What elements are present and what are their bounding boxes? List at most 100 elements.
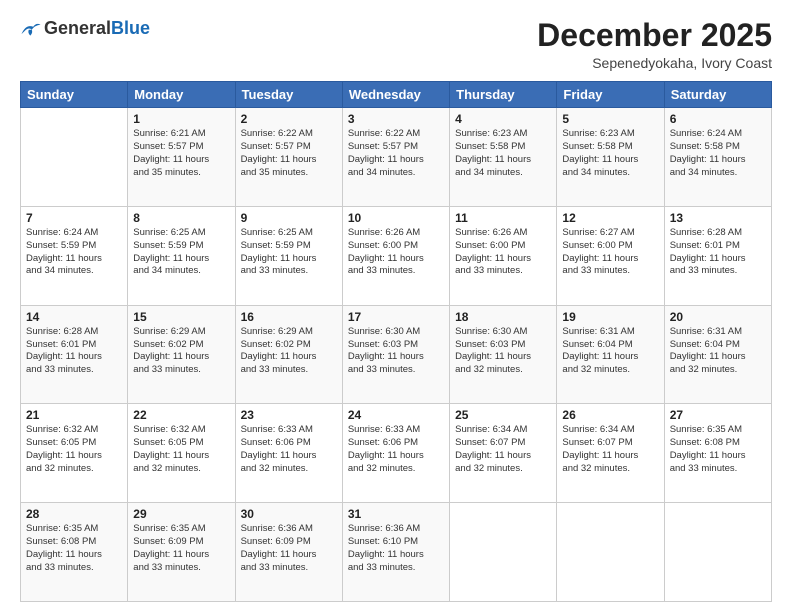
day-number: 21: [26, 408, 122, 422]
calendar-cell: 29 Sunrise: 6:35 AM Sunset: 6:09 PM Dayli…: [128, 503, 235, 602]
page: General Blue December 2025 Sepenedyokaha…: [0, 0, 792, 612]
day-content: Sunrise: 6:29 AM Sunset: 6:02 PM Dayligh…: [133, 326, 229, 377]
day-content: Sunrise: 6:26 AM Sunset: 6:00 PM Dayligh…: [348, 227, 444, 278]
logo-general: General: [44, 18, 111, 39]
day-content: Sunrise: 6:27 AM Sunset: 6:00 PM Dayligh…: [562, 227, 658, 278]
day-number: 16: [241, 310, 337, 324]
calendar-cell: 3Sunrise: 6:22 AM Sunset: 5:57 PM Daylig…: [342, 108, 449, 207]
day-number: 3: [348, 112, 444, 126]
title-block: December 2025 Sepenedyokaha, Ivory Coast: [537, 18, 772, 71]
day-number: 6: [670, 112, 766, 126]
calendar-cell: 26 Sunrise: 6:34 AM Sunset: 6:07 PM Dayli…: [557, 404, 664, 503]
calendar-week-5: 28Sunrise: 6:35 AM Sunset: 6:08 PM Dayli…: [21, 503, 772, 602]
calendar-cell: 10Sunrise: 6:26 AM Sunset: 6:00 PM Dayli…: [342, 206, 449, 305]
day-number: 15: [133, 310, 229, 324]
calendar-cell: 6Sunrise: 6:24 AM Sunset: 5:58 PM Daylig…: [664, 108, 771, 207]
calendar-cell: 17 Sunrise: 6:30 AM Sunset: 6:03 PM Dayli…: [342, 305, 449, 404]
calendar-cell: 18Sunrise: 6:30 AM Sunset: 6:03 PM Dayli…: [450, 305, 557, 404]
day-content: Sunrise: 6:31 AM Sunset: 6:04 PM Dayligh…: [562, 326, 658, 377]
day-number: 20: [670, 310, 766, 324]
day-content: Sunrise: 6:28 AM Sunset: 6:01 PM Dayligh…: [670, 227, 766, 278]
day-number: 29: [133, 507, 229, 521]
day-content: Sunrise: 6:36 AM Sunset: 6:09 PM Dayligh…: [241, 523, 337, 574]
calendar-header-sunday: Sunday: [21, 82, 128, 108]
calendar-cell: 23Sunrise: 6:33 AM Sunset: 6:06 PM Dayli…: [235, 404, 342, 503]
calendar-cell: 27 Sunrise: 6:35 AM Sunset: 6:08 PM Dayli…: [664, 404, 771, 503]
calendar-cell: [664, 503, 771, 602]
day-content: Sunrise: 6:34 AM Sunset: 6:07 PM Dayligh…: [455, 424, 551, 475]
calendar-cell: 4 Sunrise: 6:23 AM Sunset: 5:58 PM Daylig…: [450, 108, 557, 207]
day-number: 31: [348, 507, 444, 521]
day-number: 8: [133, 211, 229, 225]
calendar-header-wednesday: Wednesday: [342, 82, 449, 108]
month-title: December 2025: [537, 18, 772, 53]
day-number: 25: [455, 408, 551, 422]
day-content: Sunrise: 6:35 AM Sunset: 6:09 PM Dayligh…: [133, 523, 229, 574]
calendar-cell: 22Sunrise: 6:32 AM Sunset: 6:05 PM Dayli…: [128, 404, 235, 503]
day-content: Sunrise: 6:30 AM Sunset: 6:03 PM Dayligh…: [348, 326, 444, 377]
calendar-cell: [21, 108, 128, 207]
day-number: 27: [670, 408, 766, 422]
calendar-header-friday: Friday: [557, 82, 664, 108]
calendar-cell: 11 Sunrise: 6:26 AM Sunset: 6:00 PM Dayli…: [450, 206, 557, 305]
header: General Blue December 2025 Sepenedyokaha…: [20, 18, 772, 71]
day-number: 18: [455, 310, 551, 324]
logo-bird-icon: [20, 20, 42, 38]
calendar-cell: 12Sunrise: 6:27 AM Sunset: 6:00 PM Dayli…: [557, 206, 664, 305]
day-content: Sunrise: 6:26 AM Sunset: 6:00 PM Dayligh…: [455, 227, 551, 278]
calendar-cell: 7 Sunrise: 6:24 AM Sunset: 5:59 PM Daylig…: [21, 206, 128, 305]
calendar-cell: 28Sunrise: 6:35 AM Sunset: 6:08 PM Dayli…: [21, 503, 128, 602]
day-number: 1: [133, 112, 229, 126]
day-number: 4: [455, 112, 551, 126]
day-content: Sunrise: 6:34 AM Sunset: 6:07 PM Dayligh…: [562, 424, 658, 475]
day-content: Sunrise: 6:31 AM Sunset: 6:04 PM Dayligh…: [670, 326, 766, 377]
calendar-header-monday: Monday: [128, 82, 235, 108]
day-content: Sunrise: 6:23 AM Sunset: 5:58 PM Dayligh…: [455, 128, 551, 179]
day-number: 7: [26, 211, 122, 225]
calendar-cell: 15 Sunrise: 6:29 AM Sunset: 6:02 PM Dayli…: [128, 305, 235, 404]
calendar-header-row: SundayMondayTuesdayWednesdayThursdayFrid…: [21, 82, 772, 108]
calendar-cell: 31 Sunrise: 6:36 AM Sunset: 6:10 PM Dayli…: [342, 503, 449, 602]
day-number: 19: [562, 310, 658, 324]
day-content: Sunrise: 6:35 AM Sunset: 6:08 PM Dayligh…: [670, 424, 766, 475]
day-content: Sunrise: 6:32 AM Sunset: 6:05 PM Dayligh…: [26, 424, 122, 475]
calendar-cell: 19 Sunrise: 6:31 AM Sunset: 6:04 PM Dayli…: [557, 305, 664, 404]
calendar-week-4: 21 Sunrise: 6:32 AM Sunset: 6:05 PM Dayli…: [21, 404, 772, 503]
calendar-cell: [557, 503, 664, 602]
logo: General Blue: [20, 18, 150, 39]
calendar-header-thursday: Thursday: [450, 82, 557, 108]
day-number: 9: [241, 211, 337, 225]
day-content: Sunrise: 6:24 AM Sunset: 5:59 PM Dayligh…: [26, 227, 122, 278]
day-content: Sunrise: 6:32 AM Sunset: 6:05 PM Dayligh…: [133, 424, 229, 475]
day-content: Sunrise: 6:28 AM Sunset: 6:01 PM Dayligh…: [26, 326, 122, 377]
calendar-week-1: 1 Sunrise: 6:21 AM Sunset: 5:57 PM Daylig…: [21, 108, 772, 207]
day-content: Sunrise: 6:33 AM Sunset: 6:06 PM Dayligh…: [241, 424, 337, 475]
calendar-cell: 16 Sunrise: 6:29 AM Sunset: 6:02 PM Dayli…: [235, 305, 342, 404]
day-number: 26: [562, 408, 658, 422]
day-content: Sunrise: 6:29 AM Sunset: 6:02 PM Dayligh…: [241, 326, 337, 377]
day-number: 17: [348, 310, 444, 324]
day-number: 2: [241, 112, 337, 126]
day-content: Sunrise: 6:25 AM Sunset: 5:59 PM Dayligh…: [241, 227, 337, 278]
calendar-week-2: 7 Sunrise: 6:24 AM Sunset: 5:59 PM Daylig…: [21, 206, 772, 305]
calendar: SundayMondayTuesdayWednesdayThursdayFrid…: [20, 81, 772, 602]
calendar-cell: 30 Sunrise: 6:36 AM Sunset: 6:09 PM Dayli…: [235, 503, 342, 602]
day-number: 14: [26, 310, 122, 324]
calendar-cell: 5 Sunrise: 6:23 AM Sunset: 5:58 PM Daylig…: [557, 108, 664, 207]
logo-blue: Blue: [111, 18, 150, 39]
calendar-header-saturday: Saturday: [664, 82, 771, 108]
day-content: Sunrise: 6:21 AM Sunset: 5:57 PM Dayligh…: [133, 128, 229, 179]
day-content: Sunrise: 6:23 AM Sunset: 5:58 PM Dayligh…: [562, 128, 658, 179]
calendar-cell: 8Sunrise: 6:25 AM Sunset: 5:59 PM Daylig…: [128, 206, 235, 305]
calendar-cell: 21 Sunrise: 6:32 AM Sunset: 6:05 PM Dayli…: [21, 404, 128, 503]
day-content: Sunrise: 6:22 AM Sunset: 5:57 PM Dayligh…: [241, 128, 337, 179]
calendar-cell: 2 Sunrise: 6:22 AM Sunset: 5:57 PM Daylig…: [235, 108, 342, 207]
calendar-week-3: 14 Sunrise: 6:28 AM Sunset: 6:01 PM Dayli…: [21, 305, 772, 404]
calendar-cell: 25 Sunrise: 6:34 AM Sunset: 6:07 PM Dayli…: [450, 404, 557, 503]
day-number: 5: [562, 112, 658, 126]
day-number: 11: [455, 211, 551, 225]
day-number: 13: [670, 211, 766, 225]
day-number: 30: [241, 507, 337, 521]
calendar-cell: 20 Sunrise: 6:31 AM Sunset: 6:04 PM Dayli…: [664, 305, 771, 404]
day-content: Sunrise: 6:36 AM Sunset: 6:10 PM Dayligh…: [348, 523, 444, 574]
